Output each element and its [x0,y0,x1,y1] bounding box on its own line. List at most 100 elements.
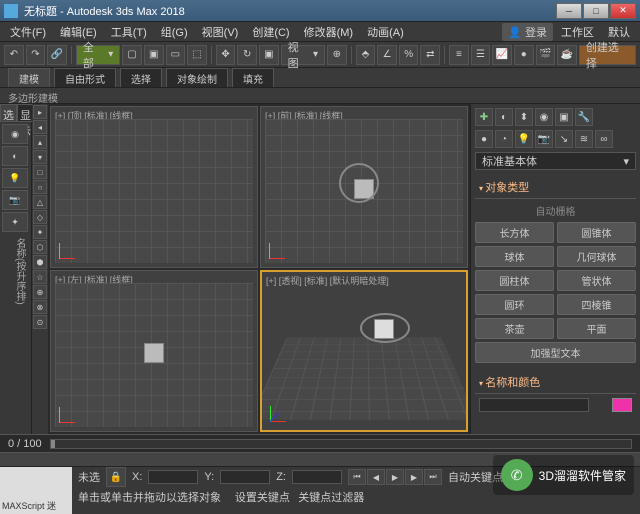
window-crossing-button[interactable]: ⬚ [187,45,207,65]
ref-coord-dropdown[interactable]: 视图 ▾ [281,45,325,65]
prim-geosphere[interactable]: 几何球体 [557,246,636,267]
strip-btn-14[interactable]: ⊗ [33,300,47,314]
tab-selection[interactable]: 选择 [120,68,162,87]
filter-geometry-icon[interactable]: ◉ [2,124,28,144]
prim-textplus[interactable]: 加强型文本 [475,342,636,363]
percent-snap-button[interactable]: % [399,45,419,65]
strip-btn-3[interactable]: ▴ [33,135,47,149]
menu-file[interactable]: 文件(F) [4,22,52,42]
lock-icon[interactable]: 🔒 [106,467,126,487]
strip-btn-1[interactable]: ▸ [33,105,47,119]
material-button[interactable]: ● [514,45,534,65]
keyfilter-button[interactable]: 关键点过滤器 [298,492,364,504]
filter-shapes-icon[interactable]: ◐ [2,146,28,166]
strip-btn-4[interactable]: ▾ [33,150,47,164]
viewport-label[interactable]: [+] [透视] [标准] [默认明暗处理] [266,274,389,287]
prim-torus[interactable]: 圆环 [475,294,554,315]
tab-freeform[interactable]: 自由形式 [54,68,116,87]
menu-tools[interactable]: 工具(T) [105,22,153,42]
y-input[interactable] [220,470,270,484]
strip-btn-11[interactable]: ⬢ [33,255,47,269]
menu-animation[interactable]: 动画(A) [361,22,410,42]
prim-teapot[interactable]: 茶壶 [475,318,554,339]
motion-tab-icon[interactable]: ◉ [535,108,553,126]
snap-button[interactable]: ⬘ [356,45,376,65]
spacewarps-icon[interactable]: ≋ [575,130,593,148]
minimize-button[interactable]: ─ [556,3,582,19]
setkey-button[interactable]: 设置关键点 [235,492,290,504]
utilities-tab-icon[interactable]: 🔧 [575,108,593,126]
timeline-handle[interactable] [51,440,55,448]
render-setup-button[interactable]: 🎬 [536,45,556,65]
timeline-track[interactable] [50,439,632,449]
select-name-button[interactable]: ▣ [144,45,164,65]
filter-cameras-icon[interactable]: 📷 [2,190,28,210]
color-swatch[interactable] [612,398,632,412]
display-tab-icon[interactable]: ▣ [555,108,573,126]
strip-btn-2[interactable]: ◂ [33,120,47,134]
login-button[interactable]: 👤 登录 [502,23,553,41]
play-button[interactable]: ▶ [386,469,404,485]
object-name-input[interactable] [479,398,589,412]
prim-box[interactable]: 长方体 [475,222,554,243]
scale-button[interactable]: ▣ [259,45,279,65]
rollout-name-color[interactable]: 名称和颜色 [475,371,636,394]
move-button[interactable]: ✥ [216,45,236,65]
explorer-tab-select[interactable]: 选择 [0,104,17,122]
category-dropdown[interactable]: 标准基本体▾ [475,152,636,170]
prim-tube[interactable]: 管状体 [557,270,636,291]
time-slider[interactable]: 0 / 100 [0,434,640,452]
curve-editor-button[interactable]: 📈 [492,45,512,65]
goto-end-button[interactable]: ⏭ [424,469,442,485]
systems-icon[interactable]: ∞ [595,130,613,148]
autogrid-label[interactable]: 自动栅格 [475,203,636,218]
layer-button[interactable]: ☰ [471,45,491,65]
cameras-icon[interactable]: 📷 [535,130,553,148]
tab-populate[interactable]: 填充 [232,68,274,87]
helpers-icon[interactable]: ↘ [555,130,573,148]
rect-select-button[interactable]: ▭ [166,45,186,65]
strip-btn-5[interactable]: □ [33,165,47,179]
prim-sphere[interactable]: 球体 [475,246,554,267]
maximize-button[interactable]: □ [583,3,609,19]
menu-view[interactable]: 视图(V) [196,22,245,42]
menu-group[interactable]: 组(G) [155,22,194,42]
create-tab-icon[interactable]: ✚ [475,108,493,126]
prim-cylinder[interactable]: 圆柱体 [475,270,554,291]
shapes-icon[interactable]: ◔ [495,130,513,148]
strip-btn-8[interactable]: ◇ [33,210,47,224]
undo-button[interactable]: ↶ [4,45,24,65]
mirror-button[interactable]: ⇄ [420,45,440,65]
strip-btn-12[interactable]: ☆ [33,270,47,284]
viewport-front[interactable]: [+] [前] [标准] [线框] [260,106,468,268]
strip-btn-9[interactable]: ✦ [33,225,47,239]
next-frame-button[interactable]: ▶ [405,469,423,485]
rollout-object-type[interactable]: 对象类型 [475,176,636,199]
filter-lights-icon[interactable]: 💡 [2,168,28,188]
strip-btn-15[interactable]: ⊙ [33,315,47,329]
prev-frame-button[interactable]: ◀ [367,469,385,485]
redo-button[interactable]: ↷ [26,45,46,65]
close-button[interactable]: ✕ [610,3,636,19]
select-button[interactable]: ▢ [122,45,142,65]
name-column-header[interactable]: 名称(按升序排) [0,234,31,309]
angle-snap-button[interactable]: ∠ [377,45,397,65]
viewport-left[interactable]: [+] [左] [标准] [线框] [50,270,258,432]
strip-btn-7[interactable]: △ [33,195,47,209]
x-input[interactable] [148,470,198,484]
align-button[interactable]: ≡ [449,45,469,65]
prim-pyramid[interactable]: 四棱锥 [557,294,636,315]
strip-btn-10[interactable]: ⬡ [33,240,47,254]
pivot-button[interactable]: ⊕ [327,45,347,65]
filter-helpers-icon[interactable]: ✦ [2,212,28,232]
geometry-icon[interactable]: ● [475,130,493,148]
lights-icon[interactable]: 💡 [515,130,533,148]
render-button[interactable]: ☕ [557,45,577,65]
maxscript-listener[interactable]: MAXScript 迷 [0,467,72,514]
selection-filter[interactable]: 全部 ▾ [76,45,120,65]
viewport-top[interactable]: [+] [顶] [标准] [线框] [50,106,258,268]
goto-start-button[interactable]: ⏮ [348,469,366,485]
selection-set[interactable]: 创建选择 [579,45,636,65]
strip-btn-6[interactable]: ○ [33,180,47,194]
modify-tab-icon[interactable]: ◐ [495,108,513,126]
